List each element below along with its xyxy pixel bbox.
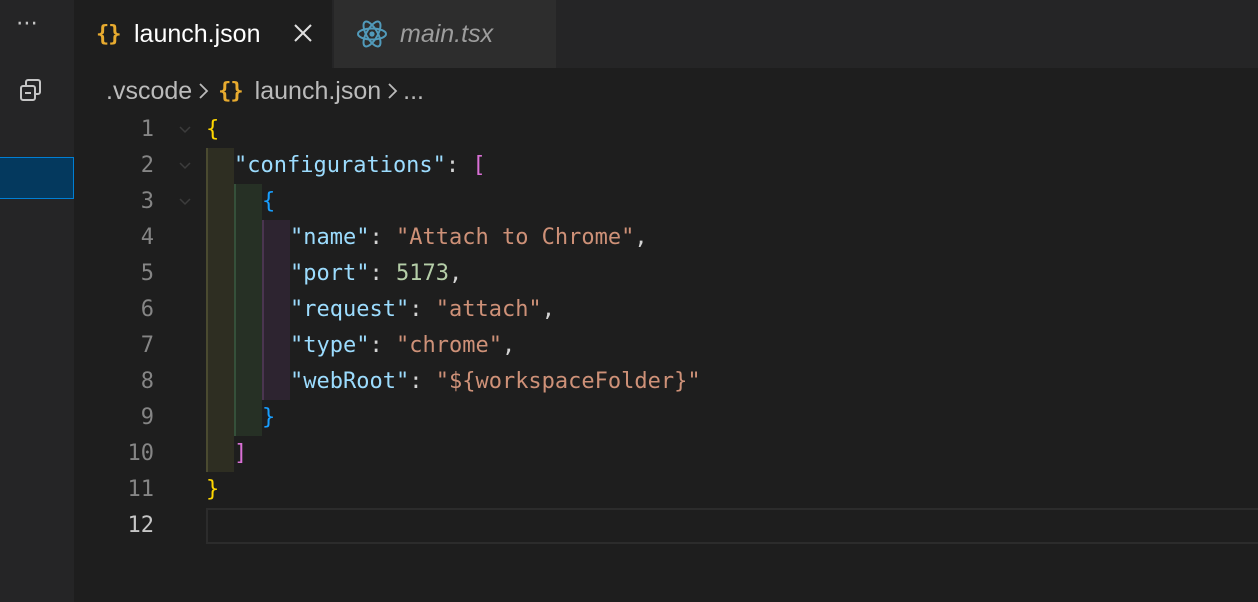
- code-line-6: "request": "attach",: [290, 292, 555, 328]
- code-editor[interactable]: 1 2 3 4 5 6 7 8 9 10 11 12 { "configurat…: [74, 110, 1258, 602]
- comma: ,: [634, 225, 648, 250]
- open-bracket: [: [472, 153, 486, 178]
- tab-label: main.tsx: [400, 19, 494, 48]
- react-icon: [357, 20, 387, 48]
- code-line-9: }: [262, 400, 275, 436]
- line-number: 8: [140, 369, 154, 394]
- code-line-1: {: [206, 112, 219, 148]
- json-key: "webRoot": [290, 369, 410, 394]
- selected-list-row[interactable]: [0, 157, 74, 199]
- code-line-8: "webRoot": "${workspaceFolder}": [290, 364, 701, 400]
- code-line-2: "configurations": [: [234, 148, 486, 184]
- fold-chevron-icon[interactable]: [178, 160, 192, 172]
- indent-guide-level1: [206, 148, 234, 472]
- line-number: 11: [127, 477, 155, 502]
- json-string: "Attach to Chrome": [395, 225, 635, 250]
- code-line-7: "type": "chrome",: [290, 328, 515, 364]
- indent-guide-line3: [262, 220, 264, 400]
- indent-guide-line2: [234, 184, 236, 436]
- breadcrumb-ellipsis[interactable]: ...: [403, 77, 424, 106]
- chevron-right-icon: [381, 74, 403, 108]
- line-number: 5: [140, 261, 154, 286]
- code-line-5: "port": 5173,: [290, 256, 462, 292]
- line-number: 2: [140, 153, 154, 178]
- json-key: "name": [290, 225, 370, 250]
- json-key: "request": [290, 297, 410, 322]
- restore-windows-icon[interactable]: [18, 78, 44, 104]
- json-string: "attach": [435, 297, 542, 322]
- current-line-highlight: [206, 508, 1258, 544]
- code-line-3: {: [262, 184, 275, 220]
- colon: :: [409, 297, 436, 322]
- line-number: 12: [127, 513, 155, 538]
- activity-bar: ⋯: [0, 0, 74, 602]
- close-brace: }: [262, 405, 276, 430]
- open-brace: {: [262, 189, 276, 214]
- close-brace: }: [206, 477, 220, 502]
- json-string: "chrome": [395, 333, 502, 358]
- line-number: 1: [140, 117, 154, 142]
- colon: :: [369, 225, 396, 250]
- json-number: 5173: [395, 261, 449, 286]
- line-number: 9: [140, 405, 154, 430]
- colon: :: [369, 261, 396, 286]
- code-line-11: }: [206, 472, 219, 508]
- close-icon[interactable]: [292, 22, 314, 44]
- open-brace: {: [206, 117, 220, 142]
- code-line-10: ]: [234, 436, 247, 472]
- line-number: 7: [140, 333, 154, 358]
- fold-chevron-icon[interactable]: [178, 196, 192, 208]
- json-braces-icon: {}: [218, 78, 243, 104]
- line-number: 3: [140, 189, 154, 214]
- comma: ,: [541, 297, 555, 322]
- json-key: "type": [290, 333, 370, 358]
- chevron-right-icon: [192, 74, 214, 108]
- editor-tab-bar: {} launch.json main.tsx: [74, 0, 1258, 68]
- line-number: 4: [140, 225, 154, 250]
- tab-label: launch.json: [134, 19, 261, 48]
- line-number: 10: [127, 441, 155, 466]
- indent-guide-level3: [262, 220, 290, 400]
- comma: ,: [501, 333, 516, 358]
- json-key: "configurations": [234, 153, 446, 178]
- json-string: "${workspaceFolder}": [435, 369, 701, 394]
- tab-main-tsx[interactable]: main.tsx: [334, 0, 556, 68]
- indent-guide-line1: [206, 148, 208, 472]
- comma: ,: [448, 261, 463, 286]
- code-line-4: "name": "Attach to Chrome",: [290, 220, 648, 256]
- breadcrumb-folder[interactable]: .vscode: [106, 77, 192, 106]
- more-actions-button[interactable]: ⋯: [16, 13, 46, 40]
- breadcrumb: .vscode {} launch.json ...: [106, 74, 424, 108]
- fold-chevron-icon[interactable]: [178, 124, 192, 136]
- tab-launch-json[interactable]: {} launch.json: [74, 0, 332, 68]
- close-bracket: ]: [234, 441, 248, 466]
- indent-guide-level2: [234, 184, 262, 436]
- breadcrumb-file[interactable]: launch.json: [255, 77, 381, 106]
- colon: :: [409, 369, 436, 394]
- colon: :: [369, 333, 396, 358]
- json-key: "port": [290, 261, 370, 286]
- json-braces-icon: {}: [96, 21, 122, 47]
- line-number: 6: [140, 297, 154, 322]
- colon: :: [445, 153, 473, 178]
